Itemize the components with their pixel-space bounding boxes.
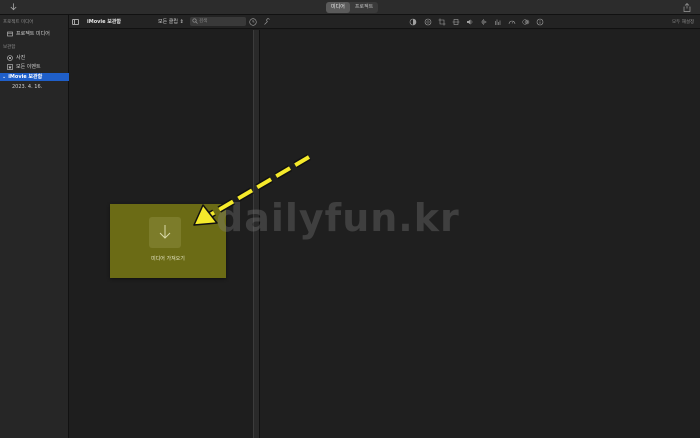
annotation-arrow [193,153,311,226]
arrow-shaft [208,155,311,217]
